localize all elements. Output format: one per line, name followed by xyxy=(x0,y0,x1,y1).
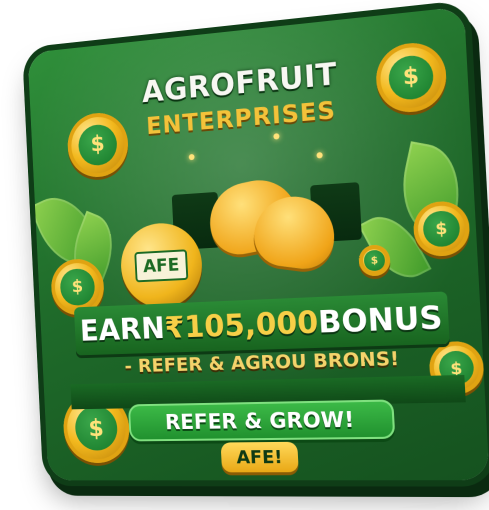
money-bag-icon: $ xyxy=(78,123,118,167)
sparkle-decoration xyxy=(189,154,195,160)
sparkle-decoration xyxy=(273,133,279,140)
bonus-prefix: EARN xyxy=(79,311,165,348)
promo-stage: AGROFRUIT ENTERPRISES $ $ $ $ $ $ $ AFE … xyxy=(0,0,489,510)
money-bag-icon: $ xyxy=(74,406,118,451)
bonus-banner: EARN ₹105,000 BONUS xyxy=(74,291,450,355)
money-bag-icon: $ xyxy=(423,210,460,247)
refer-and-grow-button[interactable]: REFER & GROW! xyxy=(128,399,395,441)
referral-promo-card[interactable]: AGROFRUIT ENTERPRISES $ $ $ $ $ $ $ AFE … xyxy=(28,6,489,480)
money-bag-icon: $ xyxy=(60,268,95,305)
bonus-suffix: BONUS xyxy=(317,300,443,341)
money-bag-icon: $ xyxy=(388,54,435,102)
money-bag-icon: $ xyxy=(364,250,385,271)
bonus-amount: ₹105,000 xyxy=(164,305,319,346)
afe-pill-button[interactable]: AFE! xyxy=(221,442,299,473)
afe-logo-label: AFE xyxy=(134,249,189,282)
